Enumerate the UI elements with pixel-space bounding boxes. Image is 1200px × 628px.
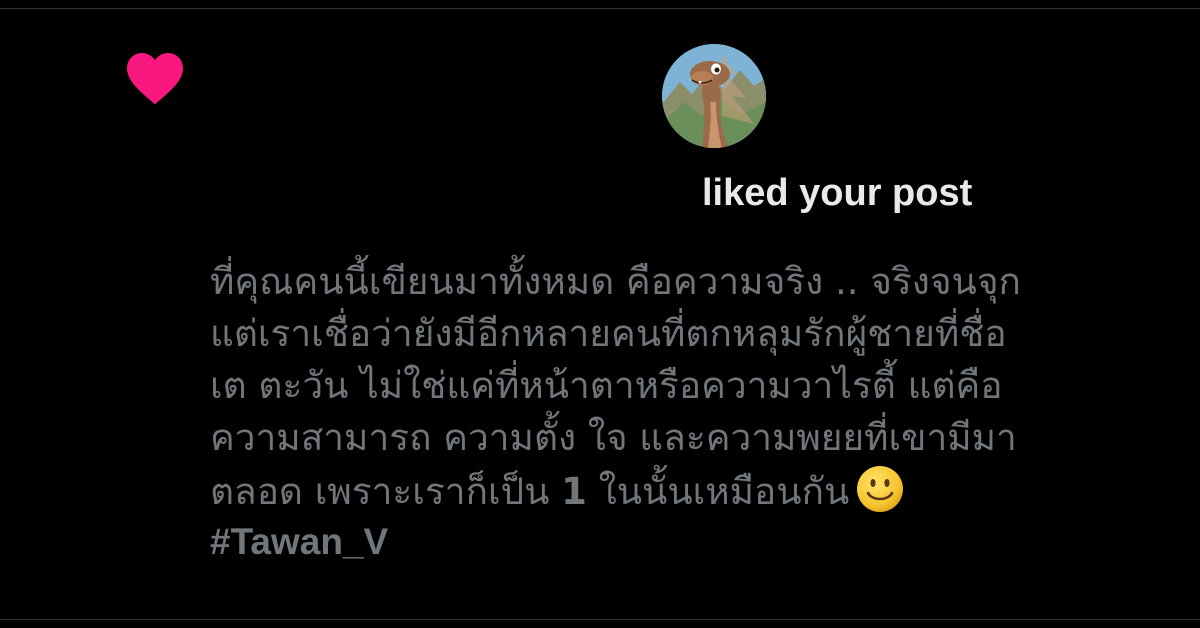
smiley-icon [857,466,904,512]
post-text[interactable]: ที่คุณคนนี้เขียนมาทั้งหมด คือความจริง ..… [210,256,1170,568]
bottom-divider [0,619,1200,620]
hashtag-link[interactable]: #Tawan_V [210,516,1170,568]
post-line: ความสามารถ ความตั้ง ใจ และความพยยที่เขาม… [210,416,1017,459]
avatar[interactable] [662,44,766,148]
post-line-last: ตลอด เพราะเราก็เป็น 1 ในนั้นเหมือนกัน [210,464,1170,516]
heart-icon [127,53,183,105]
top-divider [0,8,1200,9]
post-line: เต ตะวัน ไม่ใช่แค่ที่หน้าตาหรือความวาไรต… [210,364,1003,407]
post-line: แต่เราเชื่อว่ายังมีอีกหลายคนที่ตกหลุมรัก… [210,312,1007,355]
notification-action-text: liked your post [702,172,973,214]
post-number: 1 [561,470,587,513]
post-line-text: ในนั้นเหมือนกัน [586,470,850,513]
post-line-text: ตลอด เพราะเราก็เป็น [210,470,562,513]
post-line: ที่คุณคนนี้เขียนมาทั้งหมด คือความจริง ..… [210,260,1021,303]
dinosaur-avatar-icon [662,44,766,148]
